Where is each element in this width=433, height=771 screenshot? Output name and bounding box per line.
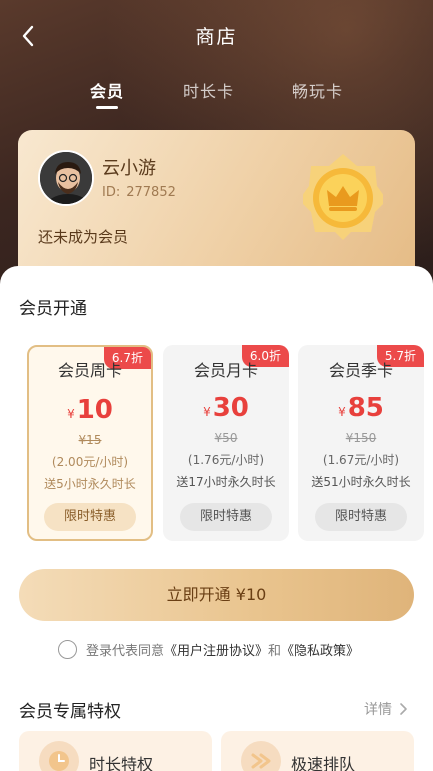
plan-name: 会员周卡 [57,361,122,380]
original-price: ¥150 [345,431,377,445]
bonus-text: 送51小时永久时长 [311,475,411,489]
promo-tag: 限时特惠 [44,503,136,531]
plans-section-title: 会员开通 [19,299,87,319]
bonus-text: 送17小时永久时长 [176,475,276,489]
active-tab-indicator [96,106,118,109]
price-per-hour: (1.76元/小时) [187,453,265,467]
agreement-prefix: 登录代表同意 [86,643,165,659]
perk-label: 时长特权 [89,755,154,771]
price-value: 30 [212,393,249,423]
perk-card-fast-queue[interactable]: 极速排队 [221,731,414,771]
bonus-text: 送5小时永久时长 [44,477,136,491]
perks-details-link[interactable]: 详情 [364,699,410,719]
currency-symbol: ¥ [203,405,211,419]
plan-card-quarterly[interactable]: 5.7折 会员季卡 ¥85 ¥150 (1.67元/小时) 送51小时永久时长 … [298,345,424,541]
user-id-label: ID: [102,185,121,200]
fast-queue-icon [241,741,281,771]
price-value: 85 [347,393,384,423]
perk-card-time[interactable]: 时长特权 [19,731,212,771]
perk-label: 极速排队 [291,755,356,771]
original-price: ¥50 [214,431,238,445]
perks-section-title: 会员专属特权 [19,702,121,722]
price-per-hour: (1.67元/小时) [322,453,400,467]
promo-tag: 限时特惠 [180,503,272,531]
agreement-and: 和 [268,643,282,659]
clock-icon [39,741,79,771]
nav-bar: 商店 [0,18,433,54]
tab-play-card[interactable]: 畅玩卡 [292,78,343,102]
user-id-value: 277852 [126,185,176,200]
plan-price: ¥85 [298,393,424,423]
avatar[interactable] [38,150,94,206]
user-name: 云小游 [102,158,156,179]
tab-bar: 会员 时长卡 畅玩卡 [0,78,433,118]
chevron-right-icon [400,703,407,715]
tab-time-card[interactable]: 时长卡 [183,78,234,102]
plan-card-weekly[interactable]: 6.7折 会员周卡 ¥10 ¥15 (2.00元/小时) 送5小时永久时长 限时… [27,345,153,541]
user-id: ID: 277852 [102,185,176,200]
promo-tag: 限时特惠 [315,503,407,531]
membership-status: 还未成为会员 [38,228,129,246]
price-value: 10 [76,395,113,425]
currency-symbol: ¥ [67,407,75,421]
agree-checkbox[interactable] [58,639,77,659]
plan-card-monthly[interactable]: 6.0折 会员月卡 ¥30 ¥50 (1.76元/小时) 送17小时永久时长 限… [163,345,289,541]
agreement-row: 登录代表同意 《用户注册协议》 和 《隐私政策》 [58,638,359,660]
plan-name: 会员季卡 [328,361,393,380]
terms-link[interactable]: 《用户注册协议》 [164,640,268,659]
plan-name: 会员月卡 [193,361,258,380]
crown-badge-icon [299,152,387,242]
price-per-hour: (2.00元/小时) [51,455,129,469]
subscribe-button[interactable]: 立即开通 ¥10 [19,569,414,621]
plan-price: ¥30 [163,393,289,423]
perks-details-label: 详情 [364,702,392,718]
tab-member[interactable]: 会员 [90,78,124,102]
currency-symbol: ¥ [338,405,346,419]
original-price: ¥15 [78,433,102,447]
page-title: 商店 [195,26,238,48]
plan-price: ¥10 [29,395,151,425]
privacy-link[interactable]: 《隐私政策》 [281,640,359,659]
